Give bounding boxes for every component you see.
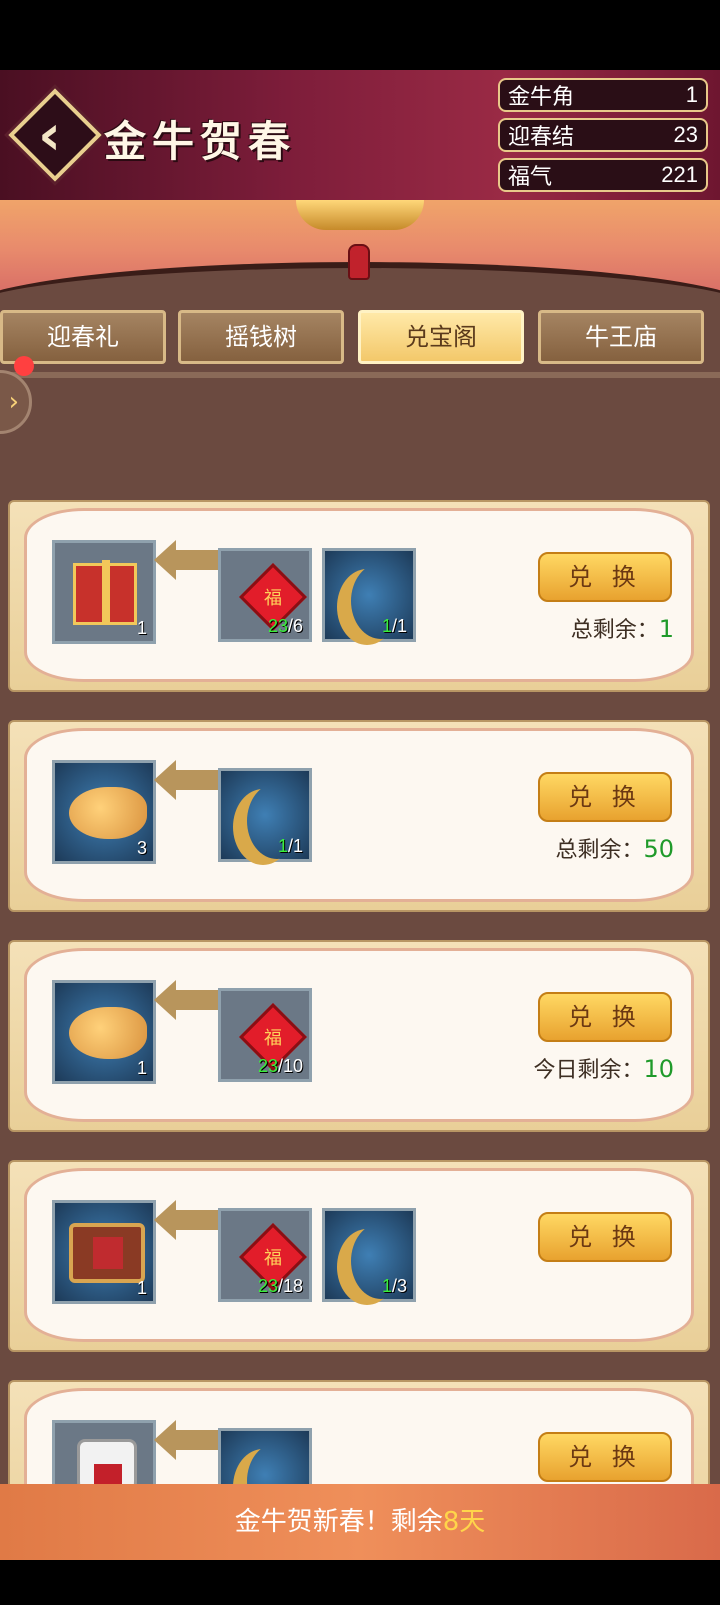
chevron-left-icon[interactable]: ‹ [38,106,78,166]
arrow-left-icon [154,980,218,1020]
currency-gold-horn: 金牛角 1 [498,78,708,112]
exchange-card: 1 23/6 1/1 兑 换 总剩余：1 [8,500,710,692]
item-qty: 1/1 [278,836,303,857]
item-qty: 23/18 [258,1276,303,1297]
item-qty: 23/10 [258,1056,303,1077]
arrow-left-icon [154,760,218,800]
tab-bar: 迎春礼 摇钱树 兑宝阁 牛王庙 [0,310,720,370]
gift-box-icon [73,560,137,625]
remaining-value: 10 [643,1055,674,1083]
remaining-value: 1 [658,615,674,643]
reward-item[interactable]: 1 [52,1200,156,1304]
exchange-card: 3 1/1 兑 换 总剩余：50 [8,720,710,912]
currency-name: 福气 [508,164,553,189]
item-qty: 1 [136,618,147,638]
treasure-chest-icon [69,1223,145,1283]
page-title: 金牛贺春 [104,117,297,166]
tab-ox-temple[interactable]: 牛王庙 [538,310,704,364]
qty-have: 1 [381,1276,392,1296]
divider [0,372,720,378]
currency-value: 1 [685,82,698,107]
currency-spring-knot: 迎春结 23 [498,118,708,152]
qty-have: 23 [257,1056,278,1076]
exchange-button[interactable]: 兑 换 [538,1432,672,1482]
currency-name: 金牛角 [508,84,575,109]
lock-charm-icon [348,244,370,280]
item-qty: 3 [136,838,147,858]
reward-item[interactable]: 3 [52,760,156,864]
qty-need: /1 [391,616,407,636]
exchange-button[interactable]: 兑 换 [538,1212,672,1262]
currency-value: 221 [661,162,698,187]
qty-have: 23 [267,616,288,636]
currency-name: 迎春结 [508,124,575,149]
cost-item[interactable]: 1/3 [322,1208,416,1302]
qty-need: /10 [277,1056,303,1076]
notification-dot [14,356,34,376]
qty-need: /1 [287,836,303,856]
remaining-count: 总剩余：50 [555,832,674,864]
arrow-left-icon [154,1200,218,1240]
item-qty: 1/1 [382,616,407,637]
cost-item[interactable]: 23/6 [218,548,312,642]
cost-item[interactable]: 23/10 [218,988,312,1082]
exchange-card: 1 23/10 兑 换 今日剩余：10 [8,940,710,1132]
tab-treasure-exchange[interactable]: 兑宝阁 [358,310,524,364]
tab-money-tree[interactable]: 摇钱树 [178,310,344,364]
qty-need: /3 [391,1276,407,1296]
exchange-button[interactable]: 兑 换 [538,992,672,1042]
cost-item[interactable]: 1/1 [218,768,312,862]
exchange-button[interactable]: 兑 换 [538,552,672,602]
arrow-left-icon [154,1420,218,1460]
qty-have: 1 [381,616,392,636]
qty-need: /6 [287,616,303,636]
header: ‹ 金牛贺春 金牛角 1 迎春结 23 福气 221 [0,70,720,200]
chevron-right-icon[interactable]: › [9,387,19,417]
qty-have: 23 [257,1276,278,1296]
remaining-value: 50 [643,835,674,863]
item-qty: 1 [136,1278,147,1298]
countdown-days: 8天 [442,1507,486,1537]
item-qty: 1/3 [382,1276,407,1297]
item-qty: 23/6 [268,616,303,637]
remaining-label: 今日剩余： [533,1058,644,1083]
side-expand-button[interactable]: › [0,370,32,434]
remaining-count: 今日剩余：10 [533,1052,674,1084]
system-nav-bar [0,1560,720,1605]
qty-need: /18 [277,1276,303,1296]
reward-item[interactable]: 1 [52,540,156,644]
remaining-label: 总剩余： [555,838,644,863]
status-bar [0,0,720,70]
remaining-label: 总剩余： [570,618,659,643]
gold-ornament-icon [296,200,424,230]
event-countdown-bar: 金牛贺新春！剩余8天 [0,1484,720,1560]
reward-item[interactable]: 1 [52,980,156,1084]
item-qty: 1 [136,1058,147,1078]
exchange-button[interactable]: 兑 换 [538,772,672,822]
golden-ox-icon [69,1007,147,1059]
currency-value: 23 [673,122,698,147]
cost-item[interactable]: 23/18 [218,1208,312,1302]
qty-have: 1 [277,836,288,856]
golden-ox-icon [69,787,147,839]
exchange-list: 1 23/6 1/1 兑 换 总剩余：1 3 1/1 兑 换 总剩余：50 [0,500,720,1518]
cost-item[interactable]: 1/1 [322,548,416,642]
currency-fortune: 福气 221 [498,158,708,192]
remaining-count: 总剩余：1 [571,612,674,644]
arrow-left-icon [154,540,218,580]
exchange-card: 1 23/18 1/3 兑 换 [8,1160,710,1352]
event-banner [0,200,720,300]
countdown-text: 金牛贺新春！剩余 [234,1507,443,1537]
